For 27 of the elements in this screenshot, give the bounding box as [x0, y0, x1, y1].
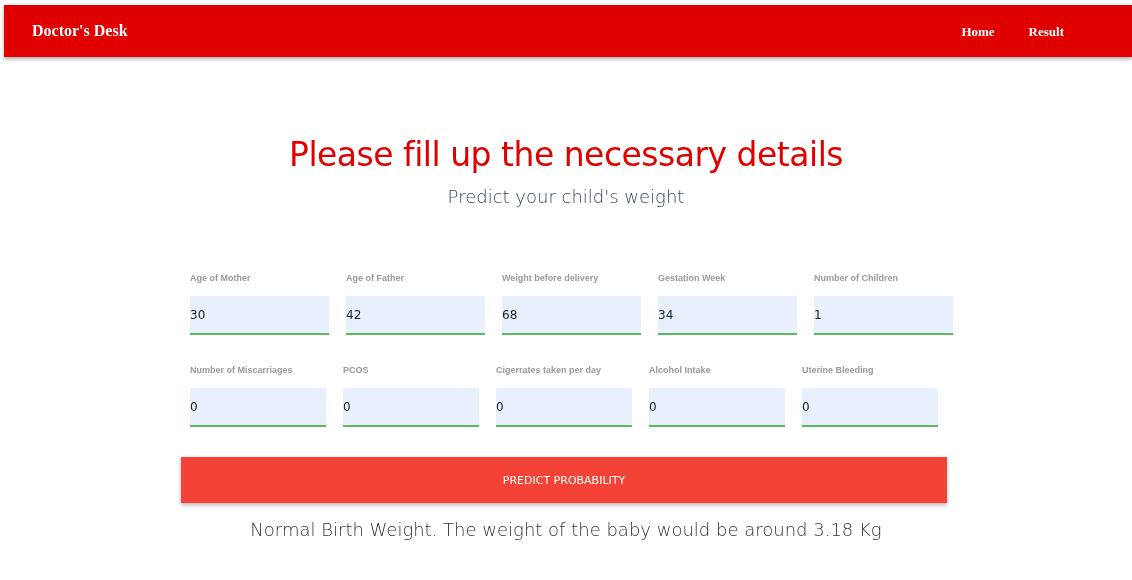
nav-link[interactable]: Home: [961, 24, 995, 39]
field-label: Cigerrates taken per day: [496, 365, 603, 377]
field-label: Alcohol Intake: [649, 365, 712, 377]
input-field[interactable]: 0: [802, 388, 938, 427]
input-field[interactable]: 0: [190, 388, 326, 427]
input-field[interactable]: 42: [346, 296, 485, 335]
field-label: Number of Children: [814, 273, 899, 285]
field-label: Uterine Bleeding: [802, 365, 875, 377]
predict-button[interactable]: PREDICT PROBABILITY: [181, 457, 947, 503]
input-field[interactable]: 0: [496, 388, 632, 427]
nav-link[interactable]: Result: [1028, 24, 1064, 39]
page-subtitle: Predict your child's weight: [447, 186, 685, 207]
result-message: Normal Birth Weight. The weight of the baby would be around 3.18 Kg: [250, 519, 882, 540]
input-field[interactable]: 0: [649, 388, 785, 427]
brand-logo[interactable]: Doctor's Desk: [32, 22, 962, 40]
input-field[interactable]: 30: [190, 296, 329, 335]
field-label: Gestation Week: [658, 273, 727, 285]
input-field[interactable]: 34: [658, 296, 797, 335]
field-label: Weight before delivery: [502, 273, 600, 285]
input-field[interactable]: 68: [502, 296, 641, 335]
field-label: Age of Father: [346, 273, 405, 285]
input-field[interactable]: 0: [343, 388, 479, 427]
field-label: Age of Mother: [190, 273, 252, 285]
field-label: PCOS: [343, 365, 370, 377]
input-field[interactable]: 1: [814, 296, 953, 335]
field-label: Number of Miscarriages: [190, 365, 294, 377]
page-title: Please fill up the necessary details: [289, 135, 843, 174]
